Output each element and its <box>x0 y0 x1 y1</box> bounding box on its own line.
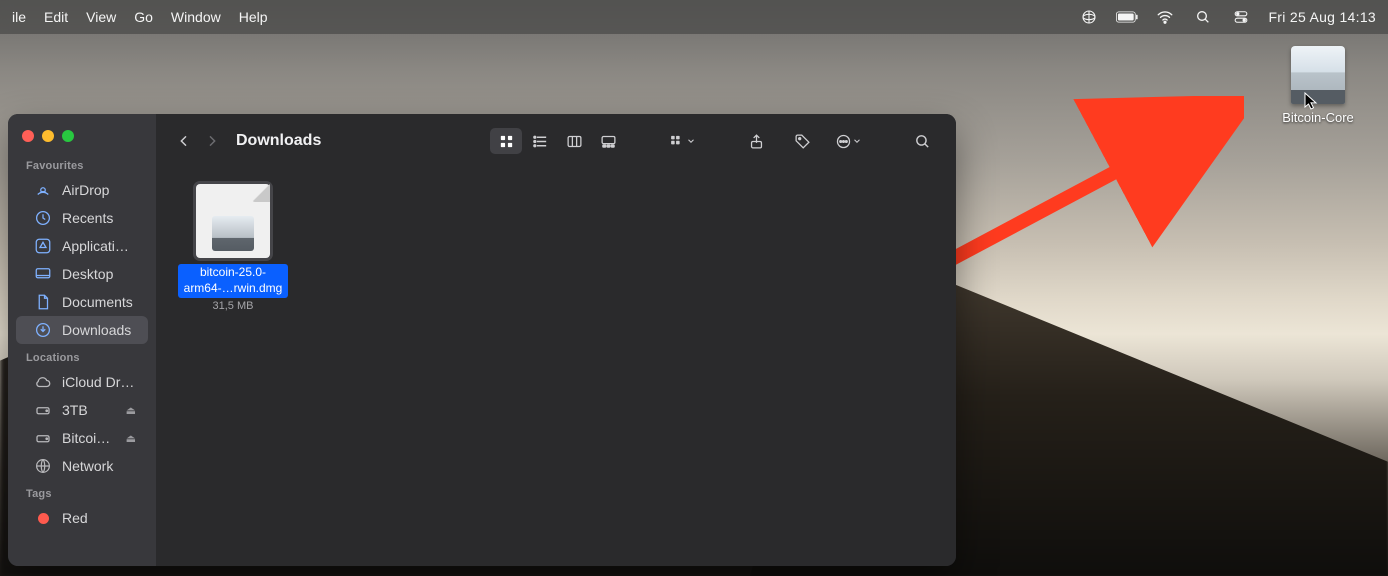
sidebar-item-bitcoin-volume[interactable]: Bitcoin… ⏏ <box>16 424 148 452</box>
forward-button[interactable] <box>202 131 222 151</box>
window-fullscreen-button[interactable] <box>62 130 74 142</box>
sidebar-item-label: Desktop <box>62 266 136 282</box>
file-name: bitcoin-25.0-arm64-…rwin.dmg <box>178 264 288 298</box>
desktop-volume-label: Bitcoin-Core <box>1276 110 1360 125</box>
window-minimize-button[interactable] <box>42 130 54 142</box>
group-by-button[interactable] <box>666 128 698 154</box>
external-drive-icon <box>34 429 52 447</box>
finder-content-area[interactable]: bitcoin-25.0-arm64-…rwin.dmg 31,5 MB <box>156 168 956 566</box>
menu-go[interactable]: Go <box>134 9 153 25</box>
sidebar-item-label: Documents <box>62 294 136 310</box>
locale-icon[interactable] <box>1078 8 1100 26</box>
back-button[interactable] <box>174 131 194 151</box>
wifi-icon[interactable] <box>1154 8 1176 26</box>
sidebar-item-documents[interactable]: Documents <box>16 288 148 316</box>
view-gallery-button[interactable] <box>592 128 624 154</box>
battery-icon[interactable] <box>1116 8 1138 26</box>
sidebar-item-applications[interactable]: Applications <box>16 232 148 260</box>
document-icon <box>34 293 52 311</box>
spotlight-search-icon[interactable] <box>1192 8 1214 26</box>
clock-icon <box>34 209 52 227</box>
sidebar-item-label: Network <box>62 458 136 474</box>
sidebar-item-tag-red[interactable]: Red <box>16 504 148 532</box>
download-icon <box>34 321 52 339</box>
eject-icon[interactable]: ⏏ <box>126 404 136 417</box>
applications-icon <box>34 237 52 255</box>
sidebar-item-downloads[interactable]: Downloads <box>16 316 148 344</box>
window-close-button[interactable] <box>22 130 34 142</box>
menubar-right: Fri 25 Aug 14:13 <box>1078 8 1376 26</box>
sidebar-item-airdrop[interactable]: AirDrop <box>16 176 148 204</box>
menu-help[interactable]: Help <box>239 9 268 25</box>
tag-dot-icon <box>34 509 52 527</box>
share-button[interactable] <box>740 128 772 154</box>
tags-button[interactable] <box>786 128 818 154</box>
sidebar-heading-favourites: Favourites <box>8 152 156 176</box>
eject-icon[interactable]: ⏏ <box>126 432 136 445</box>
finder-sidebar: Favourites AirDrop Recents Applications … <box>8 114 156 566</box>
view-list-button[interactable] <box>524 128 556 154</box>
finder-main: Downloads bitcoin-25.0-arm64-…r <box>156 114 956 566</box>
sidebar-item-label: AirDrop <box>62 182 136 198</box>
menu-window[interactable]: Window <box>171 9 221 25</box>
sidebar-item-3tb[interactable]: 3TB ⏏ <box>16 396 148 424</box>
network-globe-icon <box>34 457 52 475</box>
view-icons-button[interactable] <box>490 128 522 154</box>
actions-button[interactable] <box>832 128 864 154</box>
sidebar-item-recents[interactable]: Recents <box>16 204 148 232</box>
file-size: 31,5 MB <box>178 300 288 312</box>
sidebar-item-label: Red <box>62 510 136 526</box>
disk-drive-icon <box>1291 46 1345 104</box>
menu-edit[interactable]: Edit <box>44 9 68 25</box>
sidebar-item-icloud[interactable]: iCloud Drive <box>16 368 148 396</box>
menu-view[interactable]: View <box>86 9 116 25</box>
desktop-icon <box>34 265 52 283</box>
window-traffic-lights <box>22 130 74 142</box>
sidebar-heading-locations: Locations <box>8 344 156 368</box>
view-mode-group <box>490 128 624 154</box>
sidebar-heading-tags: Tags <box>8 480 156 504</box>
external-drive-icon <box>34 401 52 419</box>
finder-title: Downloads <box>236 132 321 150</box>
cloud-icon <box>34 373 52 391</box>
sidebar-item-label: Downloads <box>62 322 136 338</box>
nav-group <box>174 131 222 151</box>
finder-toolbar: Downloads <box>156 114 956 168</box>
control-centre-icon[interactable] <box>1230 8 1252 26</box>
menubar-clock[interactable]: Fri 25 Aug 14:13 <box>1268 9 1376 25</box>
sidebar-item-label: Applications <box>62 238 136 254</box>
sidebar-item-label: 3TB <box>62 402 116 418</box>
mouse-cursor-icon <box>1304 92 1318 110</box>
sidebar-item-desktop[interactable]: Desktop <box>16 260 148 288</box>
sidebar-item-network[interactable]: Network <box>16 452 148 480</box>
finder-window: Favourites AirDrop Recents Applications … <box>8 114 956 566</box>
menubar-left: ile Edit View Go Window Help <box>12 9 268 25</box>
sidebar-item-label: Bitcoin… <box>62 430 116 446</box>
airdrop-icon <box>34 181 52 199</box>
desktop-mounted-volume[interactable]: Bitcoin-Core <box>1276 46 1360 125</box>
view-columns-button[interactable] <box>558 128 590 154</box>
file-item[interactable]: bitcoin-25.0-arm64-…rwin.dmg 31,5 MB <box>178 184 288 312</box>
system-menubar: ile Edit View Go Window Help Fri 25 Aug … <box>0 0 1388 34</box>
search-button[interactable] <box>906 128 938 154</box>
dmg-file-icon <box>196 184 270 258</box>
menu-file[interactable]: ile <box>12 9 26 25</box>
sidebar-item-label: Recents <box>62 210 136 226</box>
sidebar-item-label: iCloud Drive <box>62 374 136 390</box>
